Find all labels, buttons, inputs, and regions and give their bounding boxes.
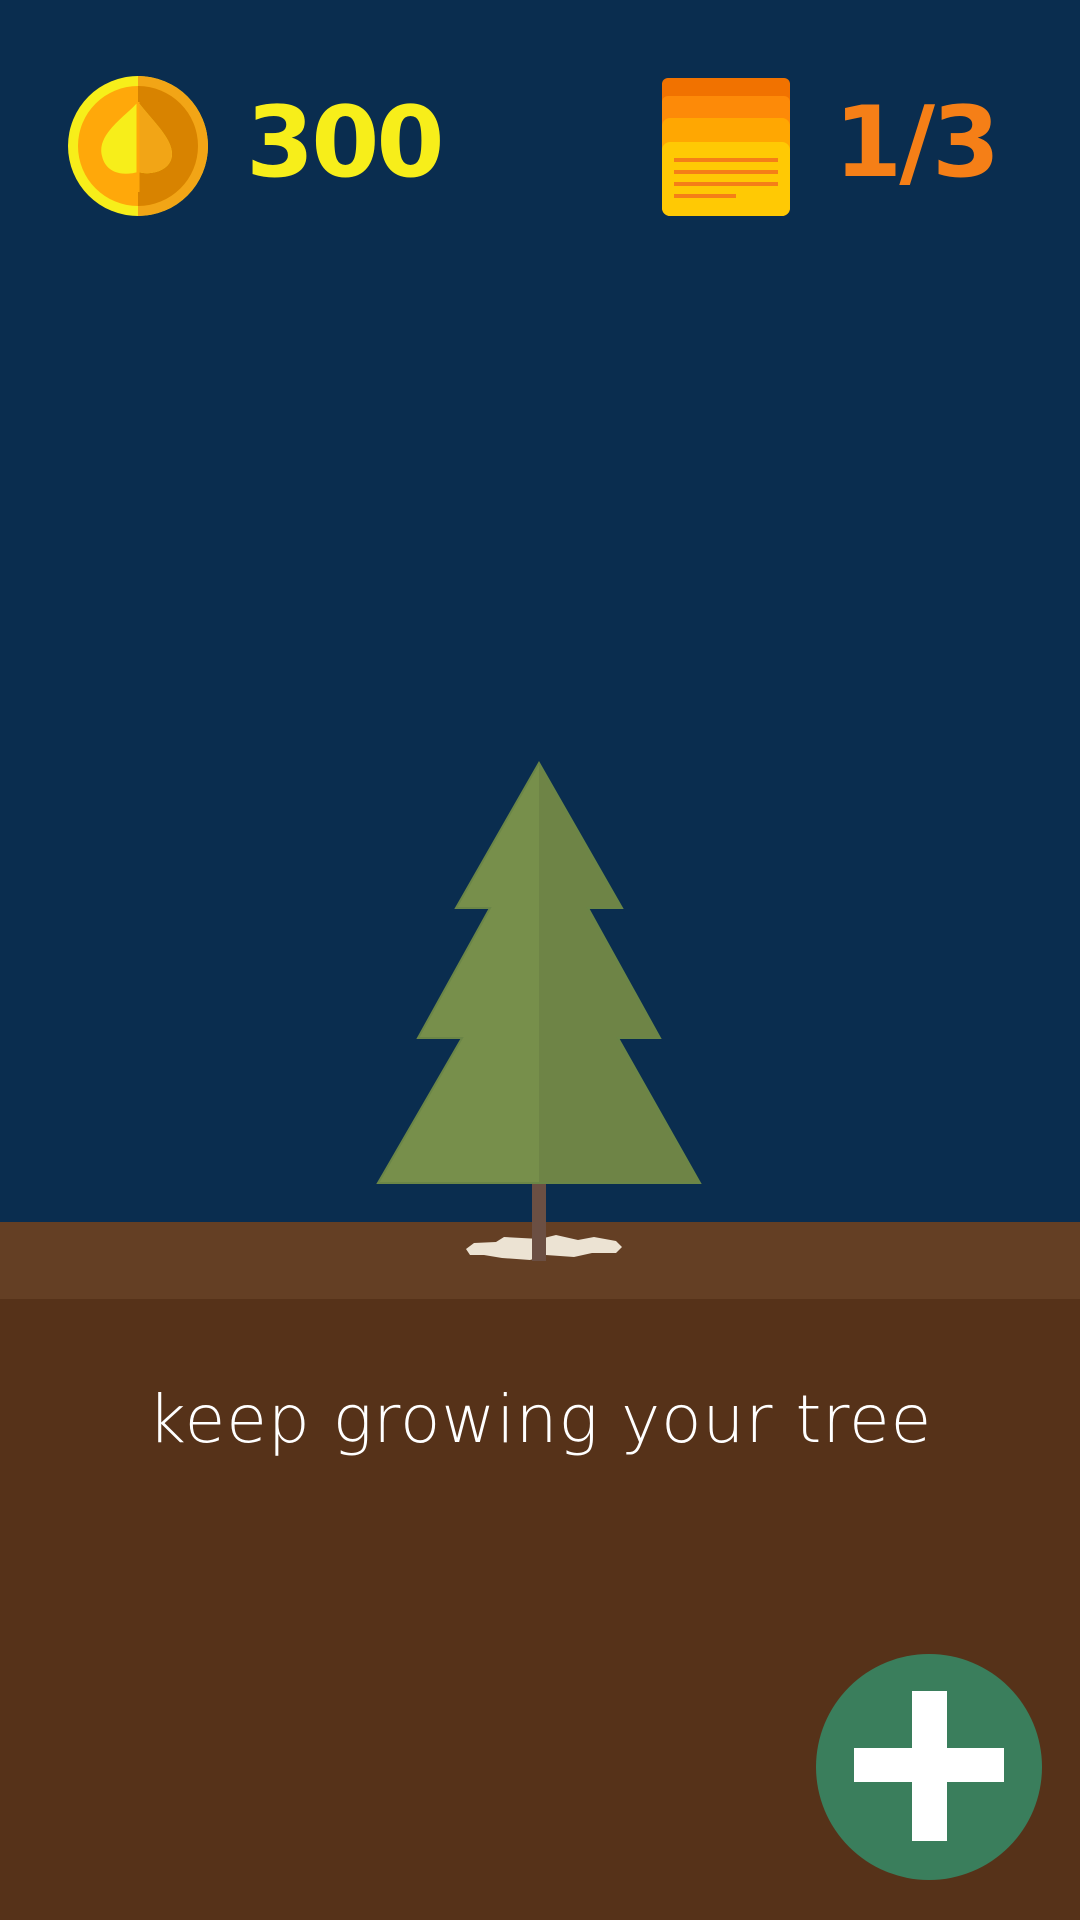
tree-foliage <box>376 760 702 1184</box>
tree-trunk <box>532 1183 546 1261</box>
game-screen: 300 1/3 keep growing your tree <box>0 0 1080 1920</box>
leaf-coin-icon <box>68 76 208 216</box>
plus-icon <box>854 1691 1004 1841</box>
add-button[interactable] <box>816 1654 1042 1880</box>
notes-stack-icon[interactable] <box>662 78 790 216</box>
tree-progress-count: 1/3 <box>834 86 1000 200</box>
pine-tree <box>376 760 702 1261</box>
status-message: keep growing your tree <box>147 1381 933 1458</box>
coin-count: 300 <box>246 86 445 200</box>
